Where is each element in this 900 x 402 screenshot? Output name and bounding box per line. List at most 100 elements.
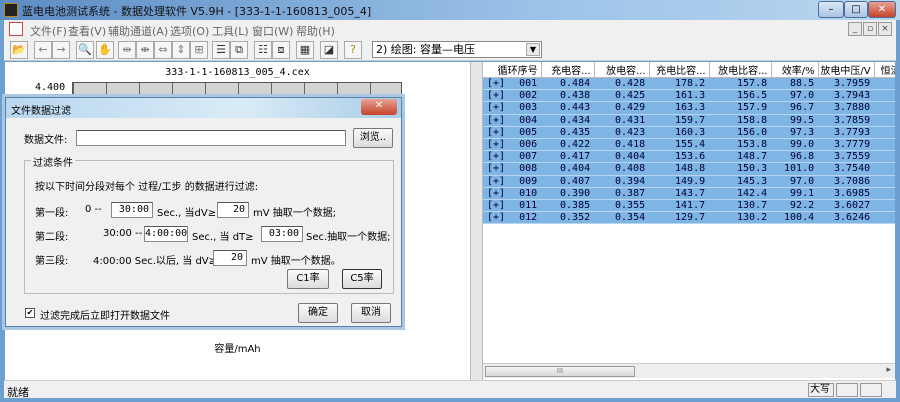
data-file-input[interactable]	[76, 130, 346, 146]
menu-tools[interactable]: 工具(L)	[212, 23, 249, 39]
cycle-cell[interactable]: [+] 007	[483, 150, 542, 164]
table-row[interactable]: [+] 001 0.484 0.428 178.2 157.8 88.5 3.7959	[483, 77, 895, 91]
join-icon[interactable]: ⇼	[136, 41, 154, 59]
cancel-button[interactable]: 取消	[351, 303, 391, 323]
cycle-number: 006	[519, 139, 538, 151]
open-icon[interactable]: 📂	[10, 41, 28, 59]
expand-toggle[interactable]: [+]	[487, 212, 505, 223]
column-header[interactable]: 充电容...	[541, 62, 595, 78]
open-after-filter-checkbox[interactable]: ✔	[25, 308, 35, 318]
splitter[interactable]	[470, 62, 483, 380]
zoom-icon[interactable]: 🔍	[76, 41, 94, 59]
plot-select[interactable]: 2) 绘图: 容量—电压 ▼	[372, 41, 542, 58]
chart-icon[interactable]: ◪	[320, 41, 338, 59]
cycle-cell[interactable]: [+] 001	[483, 77, 542, 91]
split-h-icon[interactable]: ⇹	[118, 41, 136, 59]
list-icon[interactable]: ☰	[212, 41, 230, 59]
menu-view[interactable]: 查看(V)	[68, 23, 106, 39]
cycle-cell[interactable]: [+] 004	[483, 114, 542, 127]
expand-toggle[interactable]: [+]	[487, 90, 505, 101]
expand-toggle[interactable]: [+]	[487, 188, 505, 199]
cycle-cell[interactable]: [+] 008	[483, 162, 542, 176]
column-header[interactable]: 放电比容...	[709, 62, 772, 78]
cycle-cell[interactable]: [+] 012	[483, 211, 542, 225]
stage1-to-input[interactable]: 30:00	[111, 202, 153, 218]
expand-toggle[interactable]: [+]	[487, 102, 505, 113]
expand-toggle[interactable]: [+]	[487, 151, 505, 162]
cycle-cell[interactable]: [+] 003	[483, 101, 542, 115]
column-header[interactable]: 循环序号	[483, 62, 542, 78]
stage2-to-input[interactable]: 4:00:00	[144, 226, 188, 242]
scroll-thumb[interactable]: III	[485, 366, 635, 377]
column-header[interactable]: 放电容...	[594, 62, 650, 78]
table-cell: 0.443	[541, 101, 595, 115]
table-row[interactable]: [+] 003 0.443 0.429 163.3 157.9 96.7 3.7880	[483, 101, 895, 115]
expand-toggle[interactable]: [+]	[487, 176, 505, 187]
table-row[interactable]: [+] 011 0.385 0.355 141.7 130.7 92.2 3.6027	[483, 199, 895, 213]
menu-aux[interactable]: 辅助通道(A)	[108, 23, 168, 39]
stage1-dv-input[interactable]: 20	[217, 202, 249, 218]
grid-icon[interactable]: ▦	[296, 41, 314, 59]
table-row[interactable]: [+] 010 0.390 0.387 143.7 142.4 99.1 3.6985	[483, 187, 895, 200]
expand-toggle[interactable]: [+]	[487, 163, 505, 174]
table-row[interactable]: [+] 004 0.434 0.431 159.7 158.8 99.5 3.7859	[483, 114, 895, 127]
stage3-dv-input[interactable]: 20	[213, 250, 247, 266]
chevron-down-icon[interactable]: ▼	[526, 43, 540, 56]
expand-toggle[interactable]: [+]	[487, 115, 505, 126]
table-row[interactable]: [+] 005 0.435 0.423 160.3 156.0 97.3 3.7793	[483, 126, 895, 139]
c1-rate-button[interactable]: C1率	[287, 269, 329, 289]
export-icon[interactable]: ⧈	[272, 41, 290, 59]
hand-icon[interactable]: ✋	[96, 41, 114, 59]
menu-window[interactable]: 窗口(W)	[252, 23, 293, 39]
cycle-cell[interactable]: [+] 002	[483, 89, 542, 103]
table-row[interactable]: [+] 008 0.404 0.408 148.8 150.3 101.0 3.7540	[483, 162, 895, 176]
fit-height-icon[interactable]: ⇕	[172, 41, 190, 59]
table-cell: 155.4	[649, 138, 710, 152]
dialog-close-button[interactable]: ✕	[361, 99, 397, 115]
table-row[interactable]: [+] 002 0.438 0.425 161.3 156.5 97.0 3.7943	[483, 89, 895, 103]
table-row[interactable]: [+] 006 0.422 0.418 155.4 153.8 99.0 3.7779	[483, 138, 895, 152]
back-icon[interactable]: ←	[34, 41, 52, 59]
mdi-close-button[interactable]: ×	[878, 22, 892, 36]
table-row[interactable]: [+] 012 0.352 0.354 129.7 130.2 100.4 3.6246	[483, 211, 895, 225]
table-icon[interactable]: ☷	[254, 41, 272, 59]
expand-toggle[interactable]: [+]	[487, 200, 505, 211]
forward-icon[interactable]: →	[52, 41, 70, 59]
cycle-cell[interactable]: [+] 005	[483, 126, 542, 139]
menu-file[interactable]: 文件(F)	[30, 23, 67, 39]
copy-list-icon[interactable]: ⧉	[230, 41, 248, 59]
cycle-cell[interactable]: [+] 009	[483, 175, 542, 188]
cycle-cell[interactable]: [+] 011	[483, 199, 542, 213]
cycle-cell[interactable]: [+] 010	[483, 187, 542, 200]
help-icon[interactable]: ?	[344, 41, 362, 59]
mdi-minimize-button[interactable]: _	[848, 22, 862, 36]
table-row[interactable]: [+] 007 0.417 0.404 153.6 148.7 96.8 3.7559	[483, 150, 895, 164]
column-header[interactable]: 放电中压/V	[818, 62, 875, 78]
table-cell	[874, 126, 895, 139]
table-cell: 0.428	[594, 77, 650, 91]
mdi-restore-button[interactable]: ▫	[863, 22, 877, 36]
expand-toggle[interactable]: [+]	[487, 139, 505, 150]
table-cell: 157.9	[709, 101, 772, 115]
ok-button[interactable]: 确定	[298, 303, 338, 323]
fit-all-icon[interactable]: ⊞	[190, 41, 208, 59]
scroll-right-icon[interactable]: ▸	[886, 365, 891, 375]
minimize-button[interactable]: –	[818, 1, 844, 18]
menu-help[interactable]: 帮助(H)	[296, 23, 335, 39]
expand-toggle[interactable]: [+]	[487, 78, 505, 89]
expand-toggle[interactable]: [+]	[487, 127, 505, 138]
column-header[interactable]: 恒流	[874, 62, 895, 78]
fit-width-icon[interactable]: ⇔	[154, 41, 172, 59]
column-header[interactable]: 效率/%	[771, 62, 819, 78]
close-button[interactable]: ✕	[868, 1, 896, 18]
cycle-cell[interactable]: [+] 006	[483, 138, 542, 152]
table-cell: 3.7859	[818, 114, 875, 127]
column-header[interactable]: 充电比容...	[649, 62, 710, 78]
stage2-dt-input[interactable]: 03:00	[261, 226, 303, 242]
maximize-button[interactable]: □	[844, 1, 868, 18]
table-row[interactable]: [+] 009 0.407 0.394 149.9 145.3 97.0 3.7086	[483, 175, 895, 188]
c5-rate-button[interactable]: C5率	[342, 269, 382, 289]
menu-options[interactable]: 选项(O)	[170, 23, 209, 39]
browse-button[interactable]: 浏览..	[353, 128, 393, 148]
horizontal-scrollbar[interactable]: III ▸	[483, 363, 895, 378]
